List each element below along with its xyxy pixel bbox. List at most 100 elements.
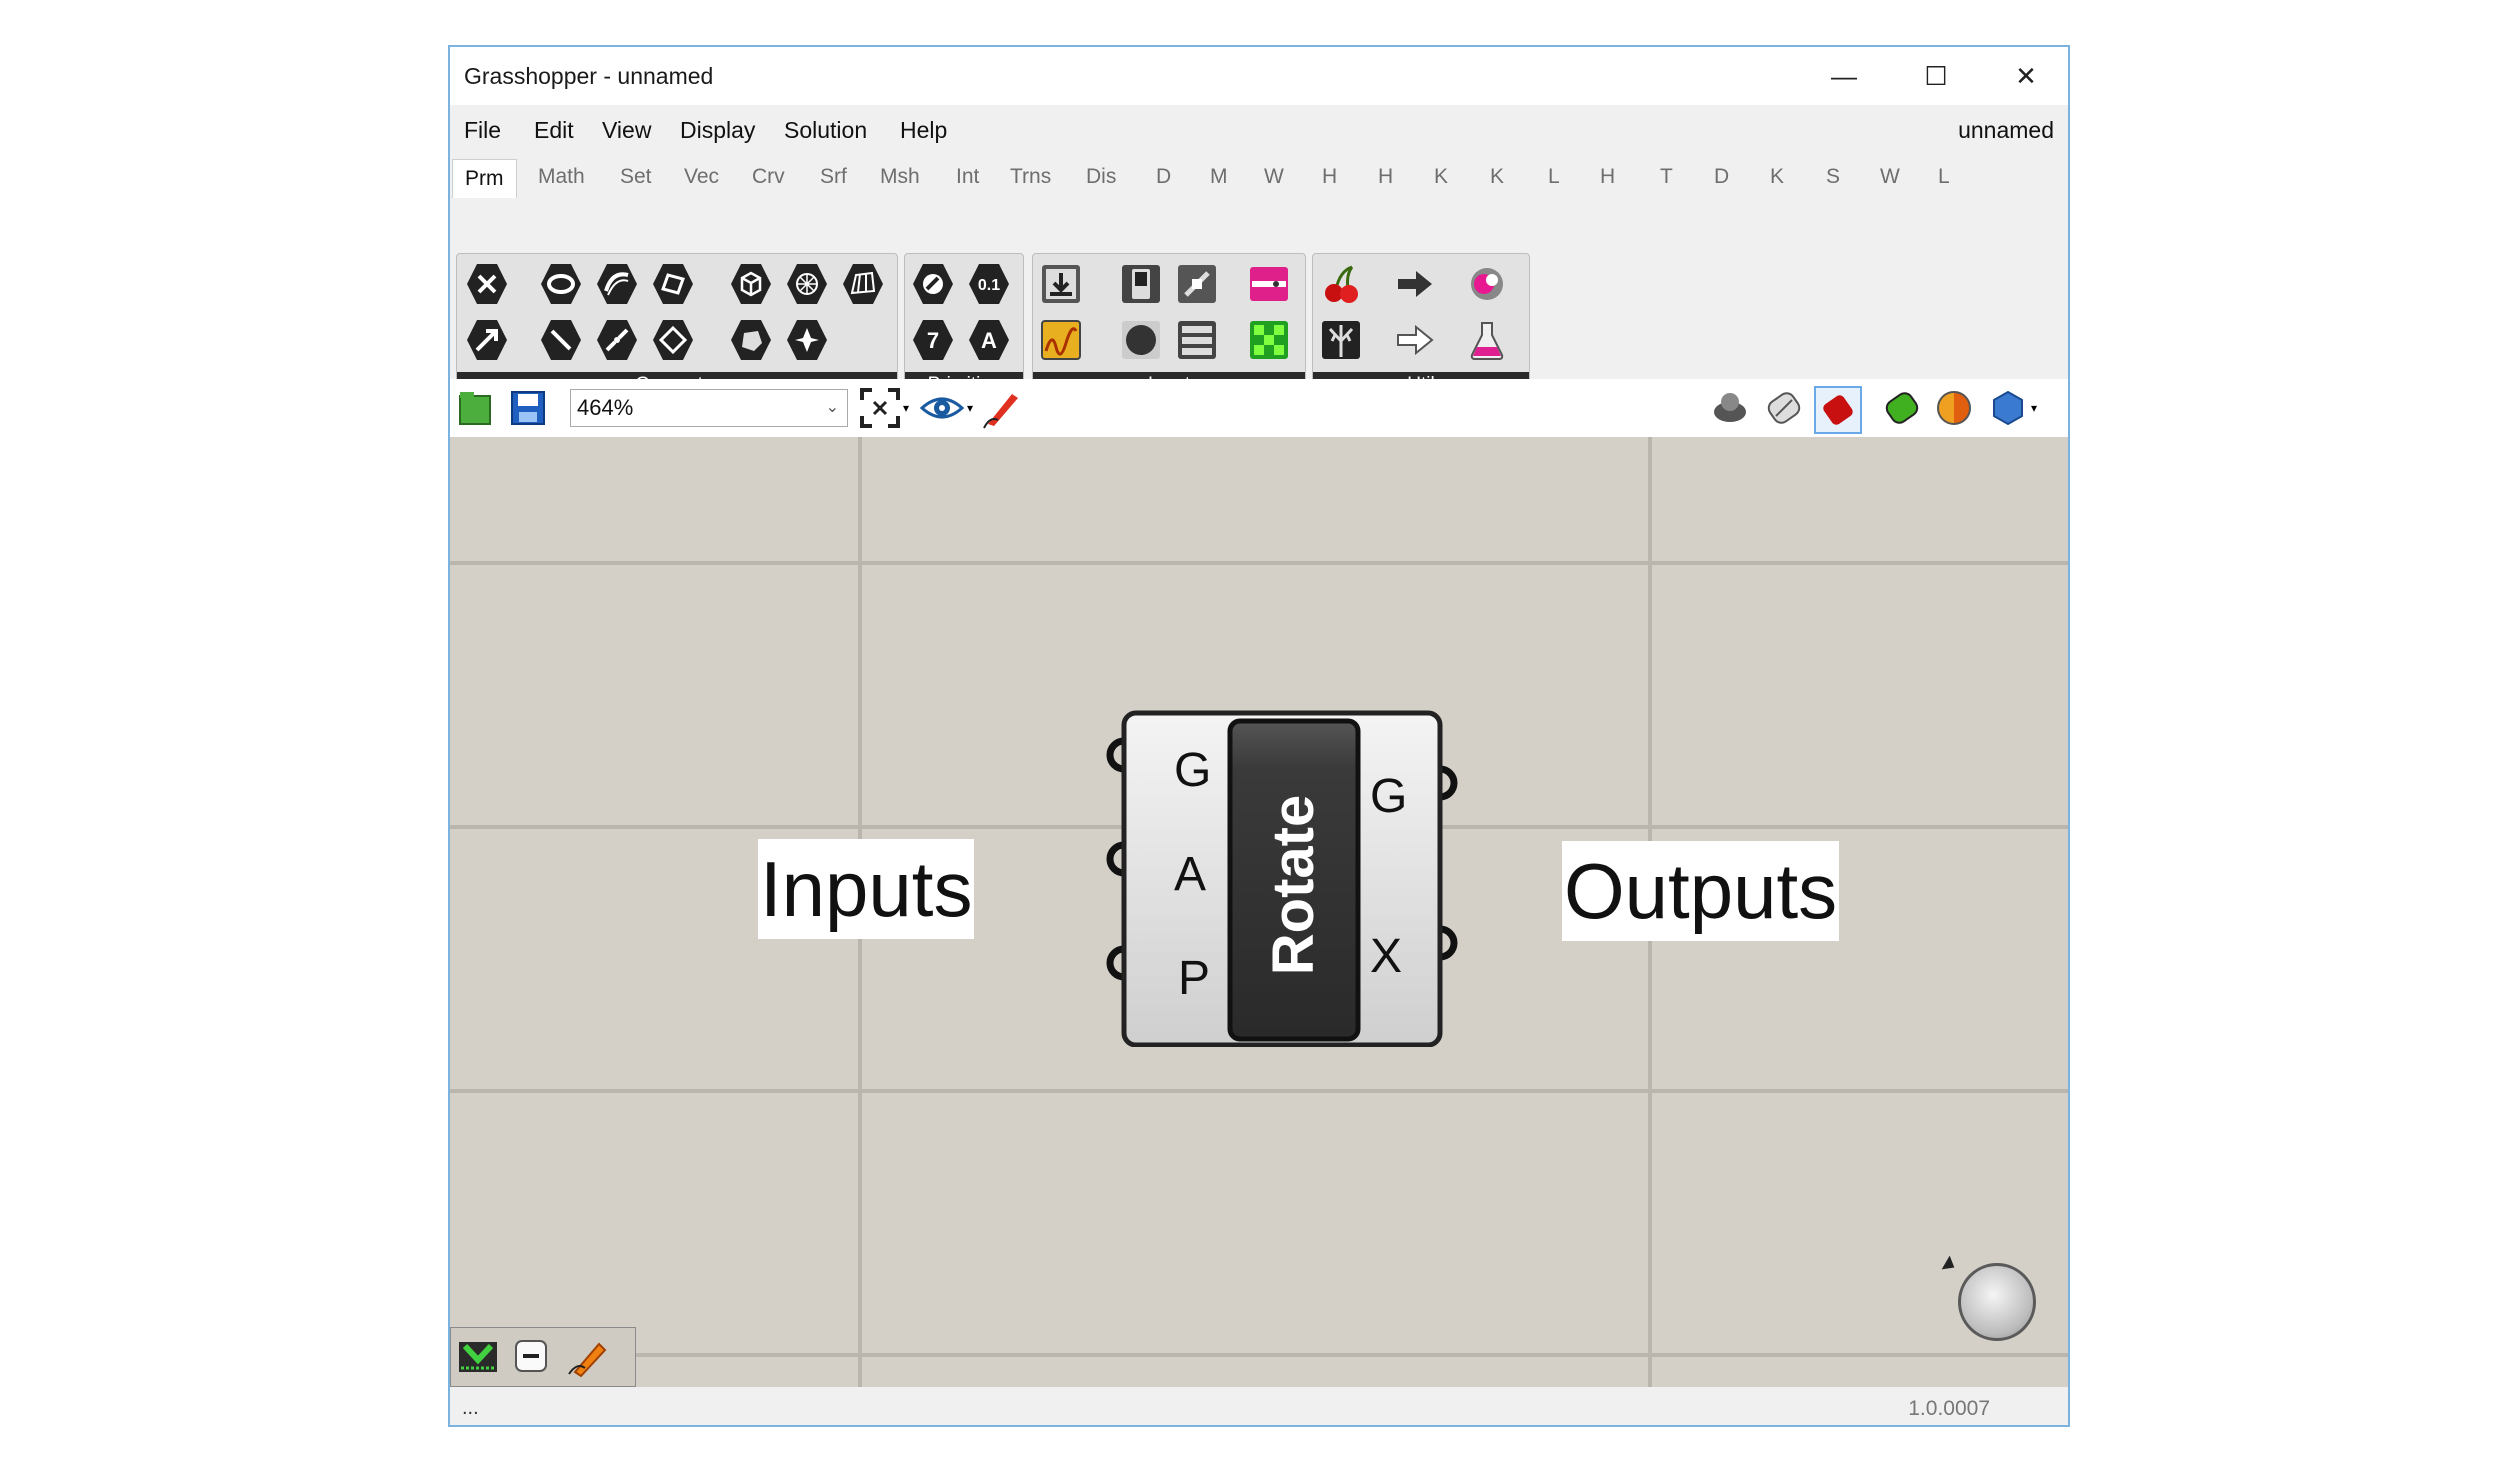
tab-l[interactable]: L — [1548, 165, 1560, 189]
zoom-extents-icon[interactable] — [858, 386, 902, 430]
menu-file[interactable]: File — [464, 117, 501, 144]
zoom-dropdown[interactable]: 464% ⌄ — [570, 389, 848, 427]
canvas[interactable]: Inputs Outputs G A P G X Rotate — [450, 437, 2068, 1387]
minimize-button[interactable]: — — [1798, 47, 1890, 105]
tab-crv[interactable]: Crv — [752, 165, 785, 189]
tab-msh[interactable]: Msh — [880, 165, 920, 189]
canvas-widgets — [450, 1327, 636, 1387]
tab-vec[interactable]: Vec — [684, 165, 719, 189]
tab-h-2[interactable]: H — [1378, 165, 1393, 189]
tab-trns[interactable]: Trns — [1010, 165, 1051, 189]
maximize-icon: ☐ — [1924, 60, 1948, 91]
tab-math[interactable]: Math — [538, 165, 585, 189]
tab-prm[interactable]: Prm — [452, 159, 517, 198]
brep-param-icon[interactable] — [727, 316, 775, 364]
input-param-a[interactable]: A — [1174, 847, 1206, 902]
menu-display[interactable]: Display — [680, 117, 755, 144]
number-slider-icon[interactable] — [1173, 260, 1221, 308]
number-param-icon[interactable]: 0.1 — [965, 260, 1013, 308]
tab-h[interactable]: H — [1322, 165, 1337, 189]
line-param-icon[interactable] — [537, 316, 585, 364]
cluster-icon[interactable] — [1317, 316, 1365, 364]
surface-param-icon[interactable] — [839, 260, 887, 308]
arc-param-icon[interactable] — [593, 260, 641, 308]
panel-primitive: 0.1 7 A Primitive+ — [904, 253, 1024, 399]
canvas-navigator-icon[interactable] — [1958, 1263, 2036, 1341]
bake-green-icon[interactable] — [1880, 386, 1924, 430]
tab-k[interactable]: K — [1434, 165, 1448, 189]
plane-param-icon[interactable] — [649, 316, 697, 364]
input-param-g[interactable]: G — [1174, 743, 1211, 798]
svg-text:A: A — [981, 328, 997, 353]
menu-help[interactable]: Help — [900, 117, 947, 144]
output-param-g[interactable]: G — [1370, 769, 1407, 824]
tab-d[interactable]: D — [1156, 165, 1171, 189]
data-input-arrow-icon[interactable] — [1391, 316, 1439, 364]
tab-k-2[interactable]: K — [1490, 165, 1504, 189]
tab-dis[interactable]: Dis — [1086, 165, 1116, 189]
tab-t[interactable]: T — [1660, 165, 1673, 189]
zoom-dropdown-arrow-icon[interactable]: ▾ — [898, 386, 914, 430]
flask-icon[interactable] — [1463, 316, 1511, 364]
tab-srf[interactable]: Srf — [820, 165, 847, 189]
tab-k-3[interactable]: K — [1770, 165, 1784, 189]
cherry-picker-icon[interactable] — [1317, 260, 1365, 308]
rotate-component[interactable]: G A P G X Rotate — [1102, 707, 1462, 1047]
sketch-pen-icon[interactable] — [980, 386, 1024, 430]
menu-solution[interactable]: Solution — [784, 117, 867, 144]
display-dropdown-arrow-icon[interactable]: ▾ — [2026, 386, 2042, 430]
integer-param-icon[interactable]: 7 — [909, 316, 957, 364]
tab-h-3[interactable]: H — [1600, 165, 1615, 189]
galapagos-icon[interactable] — [1463, 260, 1511, 308]
preview-dropdown-arrow-icon[interactable]: ▾ — [962, 386, 978, 430]
geometry-param-icon[interactable] — [783, 316, 831, 364]
save-file-icon[interactable] — [506, 386, 550, 430]
tab-set[interactable]: Set — [620, 165, 652, 189]
tab-w-2[interactable]: W — [1880, 165, 1900, 189]
open-file-icon[interactable] — [454, 386, 498, 430]
vector-param-icon[interactable] — [463, 316, 511, 364]
data-input-icon[interactable] — [1037, 260, 1085, 308]
circle-param-icon[interactable] — [537, 260, 585, 308]
maximize-button[interactable]: ☐ — [1890, 47, 1982, 105]
value-list-icon[interactable] — [1173, 316, 1221, 364]
button-object-icon[interactable] — [1117, 316, 1165, 364]
preview-selected-icon[interactable] — [1814, 386, 1862, 434]
preview-shaded-icon[interactable] — [1708, 386, 1752, 430]
ribbon: Geometry+ 0.1 7 A Primitive+ — [450, 201, 2068, 399]
collapse-icon[interactable] — [513, 1338, 549, 1374]
sketch-widget-icon[interactable] — [565, 1334, 611, 1380]
close-button[interactable]: ✕ — [1980, 47, 2068, 105]
box-param-icon[interactable] — [727, 260, 775, 308]
display-mode-icon[interactable] — [1986, 386, 2030, 430]
boolean-toggle-icon[interactable] — [1117, 260, 1165, 308]
tab-int[interactable]: Int — [956, 165, 979, 189]
tab-m[interactable]: M — [1210, 165, 1228, 189]
status-message: ... — [462, 1397, 479, 1419]
curve-param-icon[interactable] — [593, 316, 641, 364]
mesh-param-icon[interactable] — [783, 260, 831, 308]
tab-l-2[interactable]: L — [1938, 165, 1950, 189]
data-output-icon[interactable] — [1391, 260, 1439, 308]
menu-edit[interactable]: Edit — [534, 117, 574, 144]
input-param-p[interactable]: P — [1178, 951, 1210, 1006]
point-param-icon[interactable] — [463, 260, 511, 308]
canvas-profiler-icon[interactable] — [455, 1334, 501, 1380]
menu-view[interactable]: View — [602, 117, 651, 144]
graph-mapper-icon[interactable] — [1037, 316, 1085, 364]
gradient-control-icon[interactable] — [1245, 316, 1293, 364]
rectangle-param-icon[interactable] — [649, 260, 697, 308]
material-ball-icon[interactable] — [1932, 386, 1976, 430]
tab-d-2[interactable]: D — [1714, 165, 1729, 189]
outputs-label[interactable]: Outputs — [1562, 841, 1840, 941]
text-param-icon[interactable]: A — [965, 316, 1013, 364]
preview-eye-icon[interactable] — [920, 386, 964, 430]
inputs-label[interactable]: Inputs — [758, 839, 975, 939]
boolean-param-icon[interactable] — [909, 260, 957, 308]
output-param-x[interactable]: X — [1370, 929, 1402, 984]
grid-line — [450, 1353, 2068, 1357]
tab-s[interactable]: S — [1826, 165, 1840, 189]
tab-w[interactable]: W — [1264, 165, 1284, 189]
colour-swatch-icon[interactable] — [1245, 260, 1293, 308]
preview-wireframe-icon[interactable] — [1762, 386, 1806, 430]
